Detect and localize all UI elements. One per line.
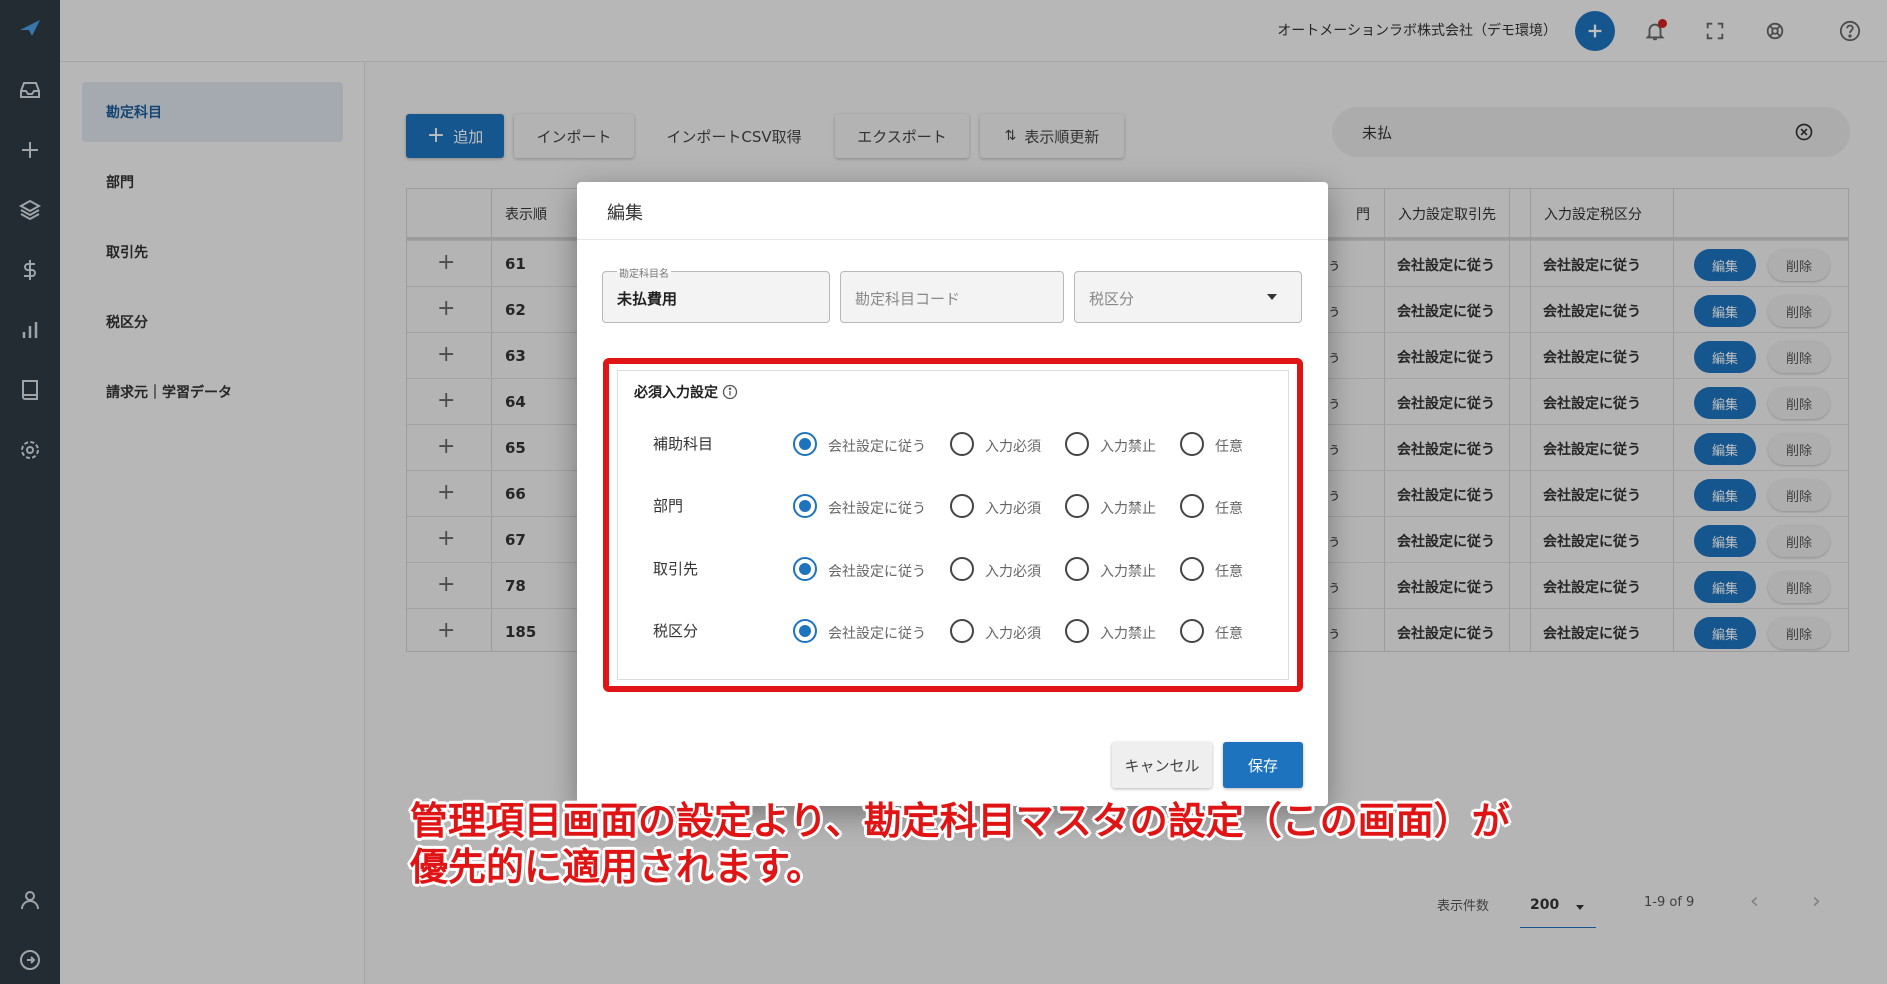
account-name-label: 勘定科目名	[617, 265, 671, 280]
radio-optional[interactable]	[1180, 494, 1204, 518]
tax-category-placeholder: 税区分	[1089, 290, 1135, 308]
radio-label: 任意	[1215, 626, 1243, 642]
account-name-value: 未払費用	[617, 290, 678, 308]
radio-label: 任意	[1215, 501, 1243, 517]
radio-company-default[interactable]	[793, 557, 817, 581]
radio-label: 入力必須	[985, 439, 1041, 455]
required-row-subaccount: 補助科目 会社設定に従う 入力必須 入力禁止 任意	[618, 423, 1288, 463]
edit-dialog: 編集 勘定科目名 未払費用 勘定科目コード 税区分 必須入力設定 補助科目 会社…	[577, 182, 1328, 806]
radio-prohibited[interactable]	[1065, 432, 1089, 456]
dropdown-caret-icon	[1267, 294, 1277, 300]
radio-label: 任意	[1215, 564, 1243, 580]
radio-required[interactable]	[950, 619, 974, 643]
required-row-label: 税区分	[653, 622, 699, 640]
radio-label: 入力禁止	[1100, 626, 1156, 642]
radio-label: 入力必須	[985, 626, 1041, 642]
radio-label: 会社設定に従う	[828, 626, 926, 642]
required-row-department: 部門 会社設定に従う 入力必須 入力禁止 任意	[618, 485, 1288, 525]
radio-label: 会社設定に従う	[828, 501, 926, 517]
radio-label: 入力必須	[985, 564, 1041, 580]
info-icon[interactable]	[722, 384, 738, 400]
radio-label: 入力必須	[985, 501, 1041, 517]
save-button[interactable]: 保存	[1223, 742, 1303, 788]
required-row-label: 部門	[653, 497, 684, 515]
account-name-field[interactable]: 勘定科目名 未払費用	[602, 265, 830, 323]
required-settings-panel: 必須入力設定 補助科目 会社設定に従う 入力必須 入力禁止 任意 部門 会社設定…	[617, 370, 1289, 680]
radio-prohibited[interactable]	[1065, 619, 1089, 643]
required-row-label: 補助科目	[653, 435, 714, 453]
tax-category-select[interactable]: 税区分	[1074, 271, 1302, 323]
radio-required[interactable]	[950, 432, 974, 456]
account-code-field[interactable]: 勘定科目コード	[840, 271, 1064, 323]
cancel-button[interactable]: キャンセル	[1112, 742, 1212, 788]
required-row-label: 取引先	[653, 560, 699, 578]
radio-company-default[interactable]	[793, 494, 817, 518]
radio-company-default[interactable]	[793, 432, 817, 456]
annotation-line-2: 優先的に適用されます。	[410, 845, 825, 889]
radio-label: 任意	[1215, 439, 1243, 455]
radio-label: 会社設定に従う	[828, 564, 926, 580]
radio-company-default[interactable]	[793, 619, 817, 643]
required-row-partner: 取引先 会社設定に従う 入力必須 入力禁止 任意	[618, 548, 1288, 588]
radio-prohibited[interactable]	[1065, 557, 1089, 581]
radio-label: 入力禁止	[1100, 501, 1156, 517]
required-row-tax: 税区分 会社設定に従う 入力必須 入力禁止 任意	[618, 610, 1288, 650]
radio-required[interactable]	[950, 494, 974, 518]
radio-label: 入力禁止	[1100, 564, 1156, 580]
account-code-placeholder: 勘定科目コード	[855, 290, 961, 308]
required-settings-title: 必須入力設定	[634, 385, 718, 401]
radio-label: 入力禁止	[1100, 439, 1156, 455]
radio-optional[interactable]	[1180, 619, 1204, 643]
radio-optional[interactable]	[1180, 432, 1204, 456]
radio-optional[interactable]	[1180, 557, 1204, 581]
required-settings-highlight: 必須入力設定 補助科目 会社設定に従う 入力必須 入力禁止 任意 部門 会社設定…	[603, 358, 1303, 692]
annotation-line-1: 管理項目画面の設定より、勘定科目マスタの設定（この画面）が	[410, 799, 1510, 843]
radio-label: 会社設定に従う	[828, 439, 926, 455]
radio-required[interactable]	[950, 557, 974, 581]
radio-prohibited[interactable]	[1065, 494, 1089, 518]
dialog-title: 編集	[607, 203, 643, 224]
annotation-callout: 管理項目画面の設定より、勘定科目マスタの設定（この画面）が 優先的に適用されます…	[410, 798, 1510, 890]
